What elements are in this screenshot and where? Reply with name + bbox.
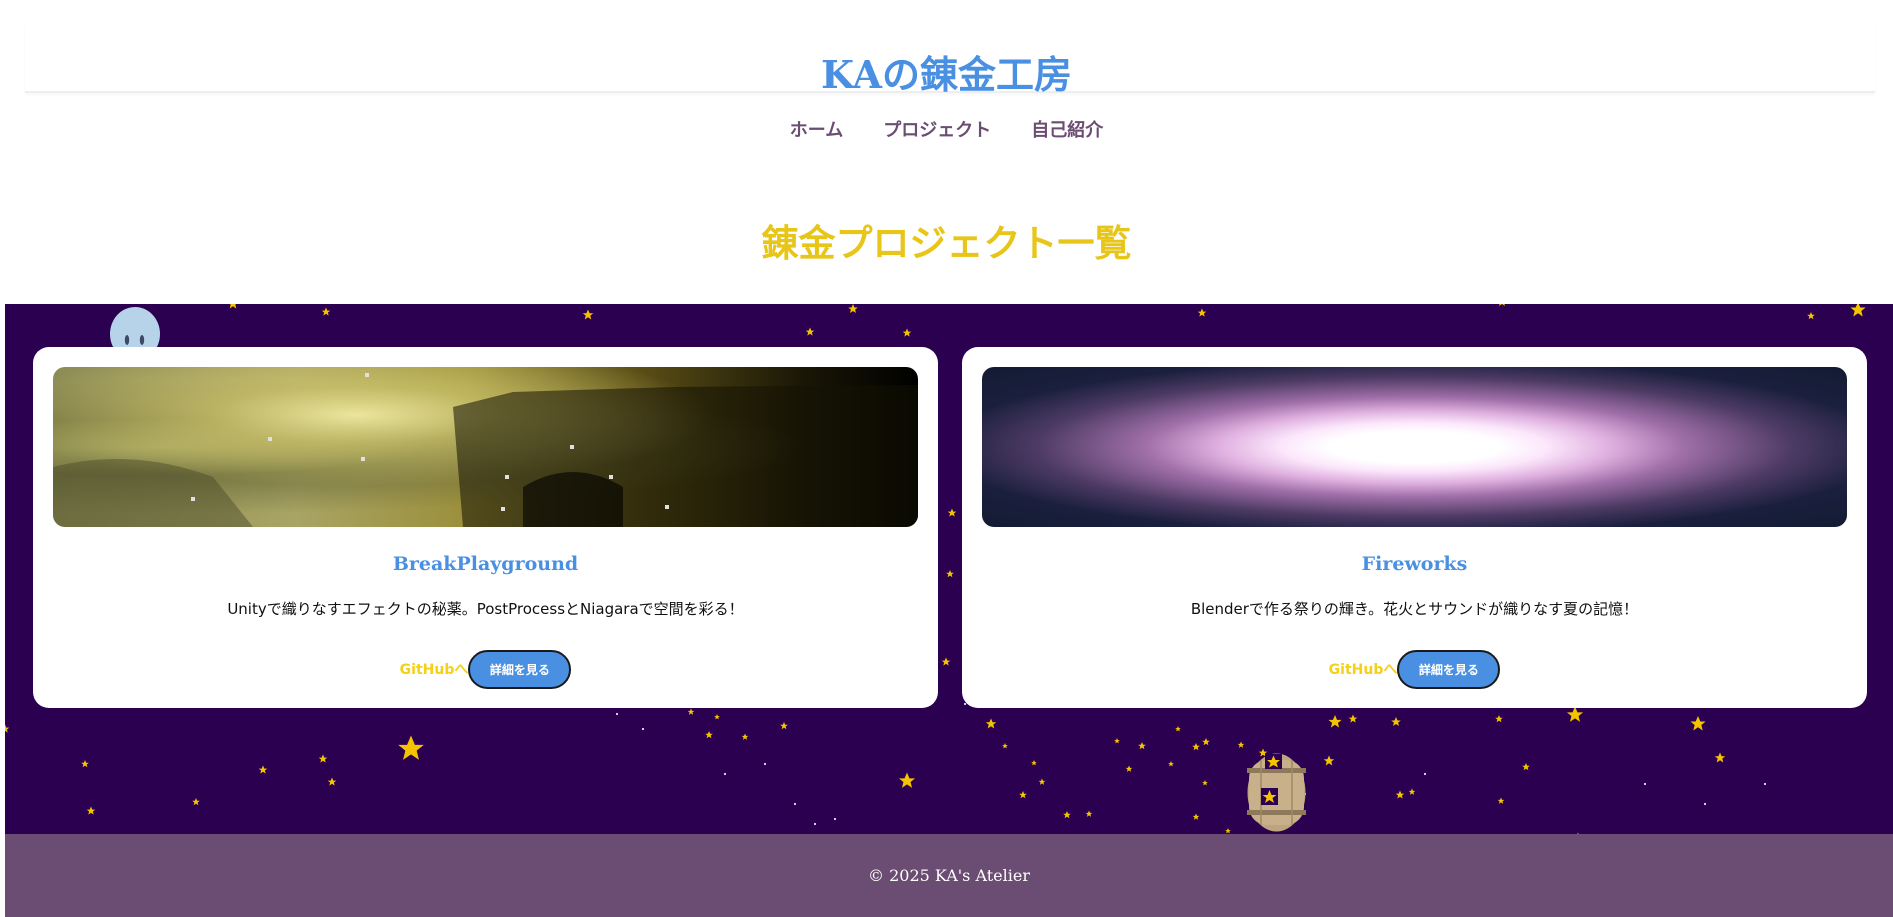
sparkle-dot [813, 822, 817, 826]
star-icon [1125, 765, 1133, 772]
star-icon [1690, 716, 1706, 731]
star-icon [321, 307, 331, 316]
star-icon [1495, 715, 1503, 723]
github-link[interactable]: GitHubへ [400, 659, 469, 681]
star-icon [1408, 788, 1416, 795]
star-icon [1197, 308, 1207, 317]
sparkle-dot [833, 817, 837, 821]
star-icon [1323, 755, 1335, 766]
star-icon [1497, 304, 1507, 307]
project-description: Unityで織りなすエフェクトの秘薬。PostProcessとNiagaraで空… [227, 600, 744, 618]
project-title: Fireworks [1361, 553, 1468, 575]
nav-item-projects[interactable]: プロジェクト [883, 116, 991, 146]
sparkle-dot [615, 712, 619, 716]
star-icon [1114, 738, 1120, 744]
sparkle-dot [723, 772, 727, 776]
star-icon [1328, 715, 1342, 728]
star-icon [1019, 791, 1027, 799]
project-thumbnail [982, 367, 1847, 527]
star-icon [1395, 790, 1405, 799]
star-icon [1192, 813, 1200, 820]
star-icon [1225, 828, 1231, 834]
star-icon [1002, 743, 1008, 749]
star-icon [258, 765, 268, 774]
star-icon [805, 327, 815, 336]
sparkle-dot [763, 762, 767, 766]
github-link[interactable]: GitHubへ [1329, 659, 1398, 681]
detail-button[interactable]: 詳細を見る [468, 650, 572, 689]
nav-item-about[interactable]: 自己紹介 [1031, 116, 1103, 146]
project-actions: GitHubへ 詳細を見る [962, 650, 1867, 689]
page-heading: 錬金プロジェクト一覧 [761, 222, 1132, 265]
star-icon [1237, 741, 1245, 748]
project-title: BreakPlayground [392, 553, 579, 575]
star-icon [398, 735, 424, 760]
star-icon [1714, 752, 1726, 763]
star-icon [1391, 717, 1401, 727]
star-icon [714, 714, 720, 720]
star-icon [1138, 742, 1146, 750]
project-description: Blenderで作る祭りの輝き。花火とサウンドが織りなす夏の記憶！ [1190, 600, 1639, 618]
star-icon [1497, 797, 1505, 804]
star-icon [1085, 810, 1093, 817]
sparkle-dot [1763, 782, 1767, 786]
copyright-text: © 2025 KA's Atelier [868, 866, 1030, 885]
star-icon [192, 798, 200, 806]
star-icon [86, 806, 96, 815]
sparkle-dot [1423, 772, 1427, 776]
star-icon [946, 570, 954, 578]
star-icon [687, 708, 695, 715]
star-icon [898, 772, 916, 788]
star-icon [1063, 811, 1071, 819]
star-icon [1168, 761, 1174, 767]
nav-item-home[interactable]: ホーム [790, 116, 843, 146]
site-title[interactable]: KAの錬金工房 [0, 48, 1893, 102]
detail-button[interactable]: 詳細を見る [1397, 650, 1501, 689]
star-icon [582, 309, 594, 320]
star-icon [941, 657, 951, 666]
star-icon [741, 733, 749, 740]
sparkle-dot [793, 802, 797, 806]
star-icon [227, 304, 239, 309]
star-icon [985, 718, 997, 729]
star-icon [1348, 714, 1358, 723]
site-header: KAの錬金工房 ホーム プロジェクト 自己紹介 錬金プロジェクト一覧 [0, 0, 1893, 300]
star-icon [327, 777, 337, 786]
star-icon [1807, 312, 1815, 320]
star-icon [1175, 726, 1181, 732]
star-icon [5, 724, 10, 733]
main-nav: ホーム プロジェクト 自己紹介 [0, 116, 1893, 146]
sparkle-dot [641, 727, 645, 731]
project-card: Fireworks Blenderで作る祭りの輝き。花火とサウンドが織りなす夏の… [962, 347, 1867, 708]
project-card: BreakPlayground Unityで織りなすエフェクトの秘薬。PostP… [33, 347, 938, 708]
star-icon [1566, 706, 1584, 722]
star-icon [1031, 760, 1037, 766]
star-icon [1192, 743, 1200, 751]
barrel-icon [1245, 752, 1308, 833]
star-icon [780, 722, 788, 730]
star-icon [947, 508, 957, 517]
project-thumbnail [53, 367, 918, 527]
sparkle-dot [1643, 782, 1647, 786]
star-icon [1850, 304, 1866, 317]
star-icon [1522, 763, 1530, 771]
star-icon [81, 760, 89, 768]
star-icon [1202, 780, 1208, 786]
star-icon [848, 304, 858, 314]
sparkle-dot [1703, 802, 1707, 806]
star-icon [1202, 738, 1210, 746]
site-footer: © 2025 KA's Atelier [5, 834, 1893, 917]
star-icon [902, 328, 912, 337]
star-icon [318, 754, 328, 763]
star-icon [705, 731, 713, 739]
ghost-icon [109, 306, 161, 351]
star-icon [1038, 778, 1046, 785]
project-actions: GitHubへ 詳細を見る [33, 650, 938, 689]
